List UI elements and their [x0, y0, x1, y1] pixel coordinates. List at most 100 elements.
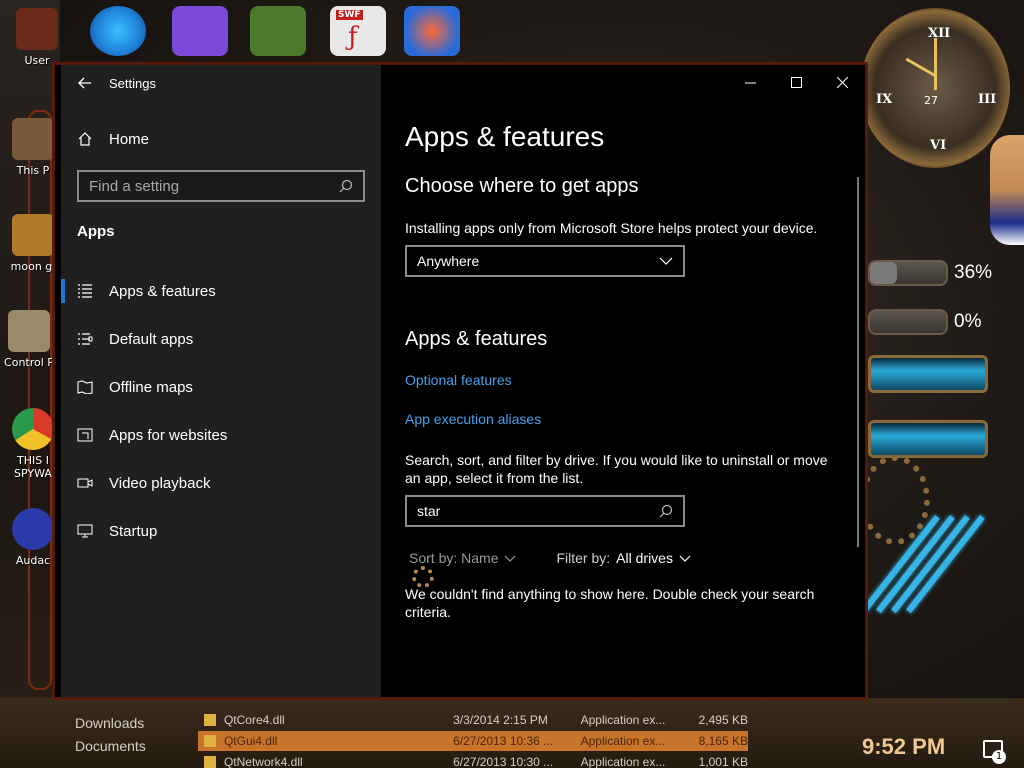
optional-features-link[interactable]: Optional features — [405, 372, 512, 388]
app-search-input[interactable] — [417, 503, 637, 519]
memory-gauge — [868, 309, 948, 335]
settings-window: Settings Home Apps Apps & features — [54, 64, 866, 698]
clock-numeral-12: XII — [928, 26, 951, 41]
desktop-icon-label: This P — [16, 164, 50, 177]
cpu-gauge — [868, 260, 948, 286]
user-folder-icon — [16, 8, 58, 50]
cpu-gauge-label: 36% — [954, 262, 993, 283]
sidebar-item-label: Offline maps — [109, 378, 193, 396]
sort-dropdown[interactable]: Sort by: Name — [409, 550, 516, 566]
app-search-box[interactable] — [405, 495, 685, 527]
desktop-icon-control-panel[interactable]: Control P — [0, 310, 58, 369]
settings-content: Apps & features Choose where to get apps… — [381, 65, 865, 697]
cpu-gauge-fill — [870, 262, 898, 284]
offline-maps-icon — [61, 380, 109, 394]
clock-date: 27 — [924, 94, 938, 107]
back-arrow-icon — [78, 77, 91, 89]
chevron-down-icon — [659, 257, 673, 265]
sidebar-item-video-playback[interactable]: Video playback — [61, 463, 381, 503]
window-controls — [727, 65, 865, 99]
close-button[interactable] — [819, 65, 865, 99]
memory-gauge-label: 0% — [954, 311, 982, 332]
paint-app-icon[interactable] — [404, 6, 460, 56]
file-row-selected[interactable]: QtGui4.dll 6/27/2013 10:36 ... Applicati… — [198, 731, 748, 751]
apps-features-heading: Apps & features — [405, 328, 548, 350]
nav-item-downloads[interactable]: Downloads — [60, 715, 180, 738]
filter-dropdown[interactable]: Filter by: All drives — [556, 550, 691, 566]
nav-item-documents[interactable]: Documents — [60, 738, 180, 761]
minimize-button[interactable] — [727, 65, 773, 99]
find-setting-box[interactable] — [77, 170, 365, 202]
sidebar-item-startup[interactable]: Startup — [61, 511, 381, 551]
search-description: Search, sort, and filter by drive. If yo… — [405, 452, 828, 486]
this-pc-icon — [12, 118, 54, 160]
nav-home-label: Home — [109, 130, 150, 148]
app-execution-aliases-link[interactable]: App execution aliases — [405, 411, 541, 427]
audacity-icon — [12, 508, 54, 550]
startup-icon — [61, 524, 109, 538]
visual-studio-icon[interactable] — [172, 6, 228, 56]
app-source-dropdown[interactable]: Anywhere — [405, 245, 685, 277]
video-playback-icon — [61, 476, 109, 490]
file-type: Application ex... — [580, 713, 666, 727]
clock-minute-hand — [934, 38, 937, 90]
nav-home[interactable]: Home — [61, 121, 381, 157]
sidebar-item-label: Apps & features — [109, 282, 216, 300]
clock-widget: XII III VI IX 27 — [860, 8, 1010, 168]
file-row[interactable]: QtCore4.dll 3/3/2014 2:15 PM Application… — [198, 710, 748, 730]
chevron-down-icon — [679, 555, 691, 562]
cartoon-face-widget — [990, 135, 1024, 245]
sidebar-item-label: Default apps — [109, 330, 194, 348]
default-apps-icon — [61, 332, 109, 346]
close-icon — [836, 76, 848, 88]
file-date: 3/3/2014 2:15 PM — [453, 713, 548, 727]
desktop-icon-user[interactable]: User — [8, 8, 66, 67]
back-button[interactable] — [61, 65, 109, 101]
file-name: QtGui4.dll — [223, 734, 278, 748]
minecraft-icon[interactable] — [250, 6, 306, 56]
choose-apps-heading: Choose where to get apps — [405, 175, 639, 197]
chrome-icon — [12, 408, 54, 450]
edge-icon[interactable] — [90, 6, 146, 56]
search-icon[interactable] — [339, 179, 353, 193]
desktop-icon-label: Control P — [4, 356, 54, 369]
empty-results-message: We couldn't find anything to show here. … — [405, 586, 815, 620]
chevron-down-icon — [505, 555, 516, 562]
maximize-icon — [790, 76, 802, 88]
sidebar-section-title: Apps — [77, 223, 115, 240]
file-type: Application ex... — [580, 734, 666, 748]
file-size: 8,165 KB — [698, 734, 748, 748]
sidebar-item-apps-features[interactable]: Apps & features — [61, 271, 381, 311]
desktop-icon-label: THIS I SPYWA — [14, 454, 52, 480]
shield-icon — [12, 214, 54, 256]
sidebar-item-offline-maps[interactable]: Offline maps — [61, 367, 381, 407]
sidebar-item-label: Apps for websites — [109, 426, 228, 444]
file-name: QtCore4.dll — [223, 713, 285, 727]
drive-tube-2 — [868, 420, 988, 458]
file-date: 6/27/2013 10:30 ... — [453, 755, 554, 768]
clock-numeral-9: IX — [876, 92, 893, 107]
taskbar-clock[interactable]: 9:52 PM — [862, 734, 945, 760]
content-scrollbar[interactable] — [857, 177, 859, 547]
find-setting-input[interactable] — [89, 177, 319, 195]
file-row[interactable]: QtNetwork4.dll 6/27/2013 10:30 ... Appli… — [198, 752, 748, 768]
file-type: Application ex... — [580, 755, 666, 768]
dll-file-icon — [204, 756, 216, 768]
maximize-button[interactable] — [773, 65, 819, 99]
sidebar-item-apps-websites[interactable]: Apps for websites — [61, 415, 381, 455]
clock-numeral-3: III — [978, 92, 997, 107]
search-icon[interactable] — [659, 504, 673, 518]
filter-label: Filter by: — [556, 550, 611, 566]
flash-file-icon[interactable]: SWF ƒ — [330, 6, 386, 56]
desktop-icon-label: User — [24, 54, 50, 67]
file-date: 6/27/2013 10:36 ... — [453, 734, 554, 748]
apps-websites-icon — [61, 428, 109, 442]
choose-apps-description: Installing apps only from Microsoft Stor… — [405, 220, 818, 236]
page-title: Apps & features — [405, 121, 605, 152]
sidebar-item-label: Startup — [109, 522, 158, 540]
notification-badge: 1 — [992, 750, 1006, 764]
drive-tube-1 — [868, 355, 988, 393]
sort-label: Sort by: Name — [409, 550, 499, 566]
window-title: Settings — [109, 75, 156, 91]
sidebar-item-default-apps[interactable]: Default apps — [61, 319, 381, 359]
